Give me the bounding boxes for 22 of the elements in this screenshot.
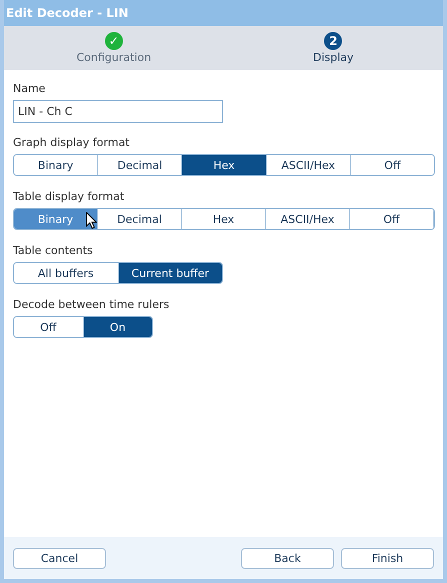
group-label: Table display format <box>13 190 126 203</box>
segment-option[interactable]: Binary <box>14 155 98 175</box>
name-field[interactable]: LIN - Ch C <box>13 100 223 123</box>
step-label: Display <box>312 51 354 64</box>
step-label: Configuration <box>76 51 152 64</box>
segment-option[interactable]: On <box>84 317 152 337</box>
step-icon: ✓ <box>104 32 123 50</box>
window-title: Edit Decoder - LIN <box>6 6 128 20</box>
footer-button[interactable]: Back <box>241 548 334 568</box>
segment-option[interactable]: Hex <box>182 155 267 175</box>
cursor-icon <box>86 212 97 229</box>
footer-button[interactable]: Finish <box>341 548 434 568</box>
segment-option[interactable]: Current buffer <box>118 263 222 283</box>
step-icon: 2 <box>324 32 342 50</box>
footer-button[interactable]: Cancel <box>13 548 106 568</box>
segment-option[interactable]: Binary <box>14 209 98 229</box>
segment-option[interactable]: All buffers <box>14 263 118 283</box>
group-label: Graph display format <box>13 136 130 149</box>
group-label: Decode between time rulers <box>13 298 170 311</box>
field-label: Name <box>13 82 46 95</box>
group-label: Table contents <box>13 244 94 257</box>
segment-option[interactable]: Off <box>14 317 84 337</box>
